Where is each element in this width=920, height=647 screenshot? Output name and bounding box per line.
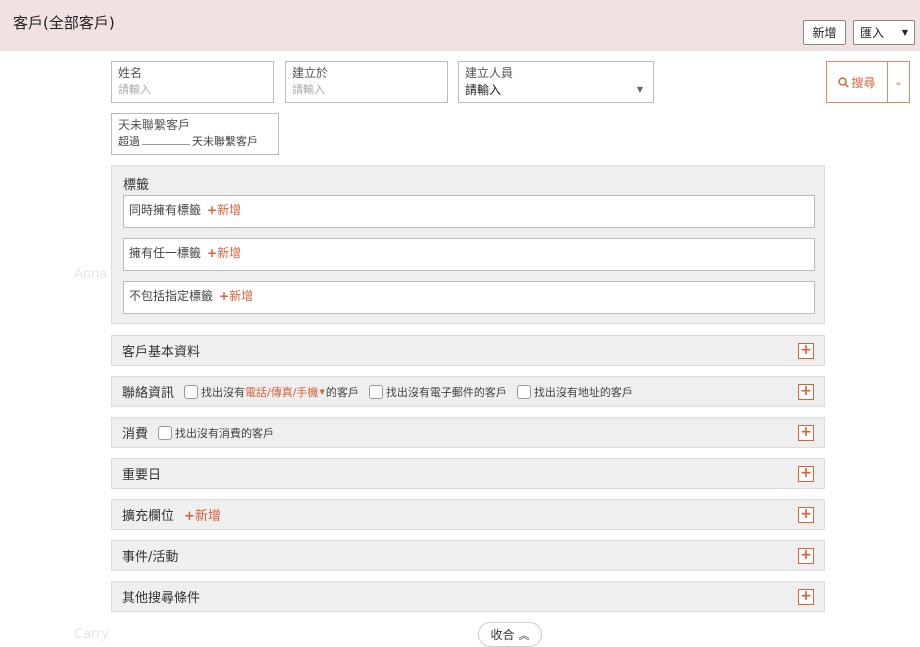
section-important-date-title: 重要日	[122, 468, 162, 483]
no-address-checkbox[interactable]: 找出沒有地址的客戶	[516, 384, 633, 400]
no-contact-row: 超過 天未聯繫客戶	[118, 134, 272, 150]
no-spending-label: 找出沒有消費的客戶	[175, 426, 275, 440]
collapse-button[interactable]: 收合 ︽	[478, 622, 542, 647]
page-header: 客戶(全部客戶) 新增 匯入 ▼	[0, 0, 920, 51]
no-email-label: 找出沒有電子郵件的客戶	[385, 385, 507, 399]
add-custom-field-label: 新增	[194, 509, 221, 524]
section-contact-info[interactable]: 聯絡資訊 找出沒有 電話/傳真/手機 ▼ 的客戶 找出沒有電子郵件的客戶 找出沒有地址…	[111, 376, 825, 407]
background-row: Anna	[74, 267, 108, 282]
expand-plus-icon[interactable]: +	[798, 384, 814, 400]
section-other-title: 其他搜尋條件	[122, 591, 201, 606]
section-events[interactable]: 事件/活動 +	[111, 540, 825, 571]
section-basic-info[interactable]: 客戶基本資料 +	[111, 335, 825, 366]
background-row: Carry	[74, 627, 110, 642]
expand-plus-icon[interactable]: +	[798, 507, 814, 523]
section-spending[interactable]: 消費 找出沒有消費的客戶 +	[111, 417, 825, 448]
section-custom-title: 擴充欄位	[122, 509, 175, 524]
section-custom-fields[interactable]: 擴充欄位 +新增 +	[111, 499, 825, 530]
add-tag-link[interactable]: +新增	[207, 246, 241, 260]
plus-icon: +	[219, 289, 230, 303]
tags-exclude-box[interactable]: 不包括指定標籤 +新增	[123, 281, 815, 314]
creator-value: 請輸入	[465, 83, 502, 97]
name-field[interactable]: 姓名 請輸入	[111, 61, 274, 103]
tags-panel: 標籤 同時擁有標籤 +新增 擁有任一標籤 +新增 不包括指定標籤 +新增	[111, 165, 825, 324]
no-contact-prefix: 超過	[118, 135, 140, 148]
section-contact-title: 聯絡資訊	[122, 386, 175, 401]
no-contact-field[interactable]: 天未聯繫客戶 超過 天未聯繫客戶	[111, 113, 279, 155]
collapse-label: 收合	[490, 628, 515, 642]
search-button[interactable]: 搜尋	[826, 61, 888, 103]
name-input[interactable]: 請輸入	[118, 82, 267, 98]
section-other-conditions[interactable]: 其他搜尋條件 +	[111, 581, 825, 612]
no-phone-label-pre: 找出沒有	[201, 385, 246, 399]
expand-plus-icon[interactable]: +	[798, 548, 814, 564]
tags-all-label: 同時擁有標籤	[129, 203, 202, 217]
section-events-title: 事件/活動	[122, 550, 179, 565]
tags-title: 標籤	[123, 178, 150, 193]
no-spending-checkbox[interactable]: 找出沒有消費的客戶	[158, 425, 274, 441]
chevron-down-icon: ⌄	[894, 76, 903, 88]
checkbox-icon	[184, 384, 199, 399]
caret-down-icon: ▼	[901, 28, 908, 37]
add-custom-field-link[interactable]: +新增	[184, 505, 221, 524]
page-title: 客戶(全部客戶)	[13, 14, 115, 32]
add-tag-link[interactable]: +新增	[207, 203, 241, 217]
add-tag-label: 新增	[217, 203, 242, 217]
search-label: 搜尋	[851, 75, 876, 90]
checkbox-icon	[368, 384, 383, 399]
add-button[interactable]: 新增	[803, 20, 846, 45]
caret-down-icon: ▼	[636, 85, 643, 94]
add-tag-label: 新增	[229, 289, 254, 303]
expand-plus-icon[interactable]: +	[798, 425, 814, 441]
no-phone-checkbox[interactable]: 找出沒有 電話/傳真/手機 ▼ 的客戶	[184, 384, 359, 400]
plus-icon: +	[207, 246, 218, 260]
tags-any-box[interactable]: 擁有任一標籤 +新增	[123, 238, 815, 271]
created-at-input[interactable]: 請輸入	[292, 82, 441, 98]
import-dropdown-button[interactable]: 匯入 ▼	[853, 20, 915, 45]
import-label: 匯入	[860, 26, 885, 40]
creator-label: 建立人員	[465, 66, 514, 80]
search-icon	[838, 76, 850, 88]
search-options-toggle[interactable]: ⌄	[888, 61, 910, 103]
no-contact-label: 天未聯繫客戶	[118, 118, 191, 132]
days-input[interactable]	[142, 144, 190, 145]
tags-exclude-label: 不包括指定標籤	[129, 289, 214, 303]
no-contact-suffix: 天未聯繫客戶	[192, 135, 258, 148]
no-email-checkbox[interactable]: 找出沒有電子郵件的客戶	[368, 384, 507, 400]
created-at-field[interactable]: 建立於 請輸入	[285, 61, 448, 103]
double-chevron-up-icon: ︽	[518, 628, 530, 642]
no-address-label: 找出沒有地址的客戶	[533, 385, 633, 399]
section-basic-info-title: 客戶基本資料	[122, 345, 201, 360]
plus-icon: +	[207, 203, 218, 217]
plus-icon: +	[184, 509, 195, 524]
caret-down-icon: ▼	[319, 387, 325, 396]
tags-all-box[interactable]: 同時擁有標籤 +新增	[123, 195, 815, 228]
phone-type-dropdown[interactable]: 電話/傳真/手機	[245, 384, 318, 400]
tags-any-label: 擁有任一標籤	[129, 246, 202, 260]
expand-plus-icon[interactable]: +	[798, 589, 814, 605]
add-tag-link[interactable]: +新增	[219, 289, 253, 303]
name-label: 姓名	[118, 66, 143, 80]
add-tag-label: 新增	[217, 246, 242, 260]
checkbox-icon	[516, 384, 531, 399]
creator-select[interactable]: 建立人員 請輸入 ▼	[458, 61, 654, 103]
checkbox-icon	[158, 425, 173, 440]
no-phone-label-post: 的客戶	[325, 385, 359, 399]
created-at-label: 建立於	[292, 66, 329, 80]
section-important-date[interactable]: 重要日 +	[111, 458, 825, 489]
expand-plus-icon[interactable]: +	[798, 466, 814, 482]
expand-plus-icon[interactable]: +	[798, 343, 814, 359]
section-spending-title: 消費	[122, 427, 149, 442]
